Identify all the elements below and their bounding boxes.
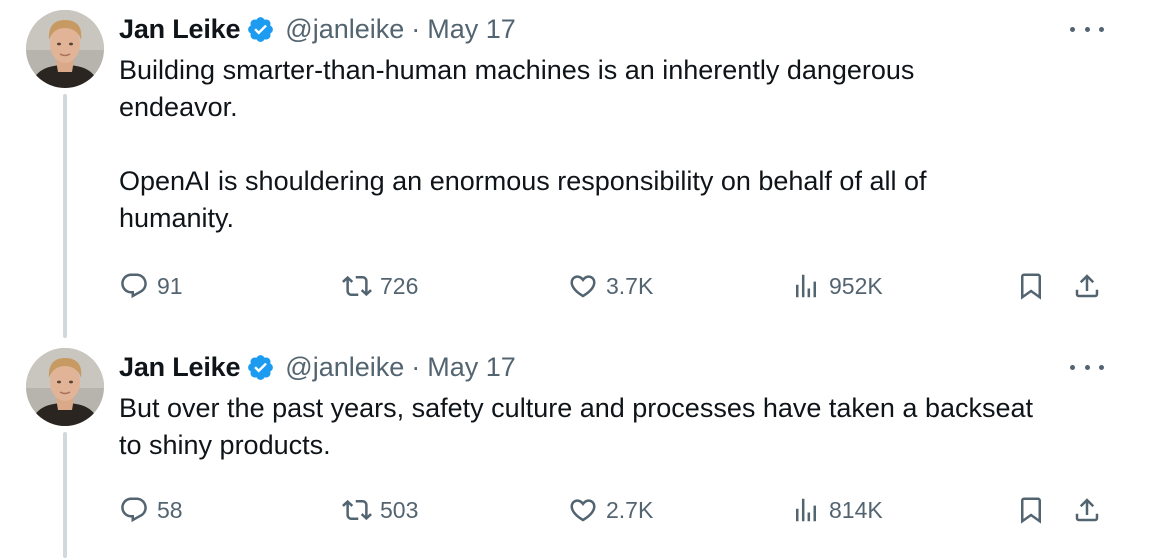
reply-count: 91 <box>157 272 183 299</box>
tweet-date[interactable]: May 17 <box>427 14 516 45</box>
views-button[interactable]: 952K <box>791 268 883 304</box>
author-handle[interactable]: @janleike <box>285 352 404 383</box>
reply-count: 58 <box>157 496 183 523</box>
repost-button[interactable]: 726 <box>342 268 418 304</box>
tweet[interactable]: Jan Leike @janleike · May 17 But over th… <box>0 338 1156 558</box>
separator-dot: · <box>411 13 421 44</box>
repost-count: 726 <box>380 272 419 299</box>
views-count: 814K <box>829 496 883 523</box>
repost-button[interactable]: 503 <box>342 492 418 528</box>
reply-bubble-icon <box>119 271 149 301</box>
action-bar: 91 726 3.7K 952K <box>119 268 1109 304</box>
like-count: 2.7K <box>606 496 654 523</box>
tweet-header: Jan Leike @janleike · May 17 <box>119 349 516 385</box>
views-count: 952K <box>829 272 883 299</box>
author-handle[interactable]: @janleike <box>285 14 404 45</box>
tweet-text: Building smarter-than-human machines is … <box>119 52 1039 237</box>
separator-dot: · <box>411 351 421 382</box>
action-bar: 58 503 2.7K 814K <box>119 492 1109 528</box>
tweet-date[interactable]: May 17 <box>427 352 516 383</box>
author-name[interactable]: Jan Leike <box>119 352 240 383</box>
thread-connector <box>63 432 67 558</box>
tweet-text: But over the past years, safety culture … <box>119 390 1039 464</box>
like-button[interactable]: 3.7K <box>568 268 653 304</box>
bookmark-icon <box>1016 271 1046 301</box>
repost-arrows-icon <box>342 271 372 301</box>
heart-icon <box>568 271 598 301</box>
share-upload-icon <box>1072 271 1102 301</box>
heart-icon <box>568 495 598 525</box>
share-upload-icon <box>1072 495 1102 525</box>
tweet-paragraph: Building smarter-than-human machines is … <box>119 55 915 122</box>
tweet[interactable]: Jan Leike @janleike · May 17 Building sm… <box>0 0 1156 338</box>
like-count: 3.7K <box>606 272 654 299</box>
bookmark-button[interactable] <box>1016 492 1046 528</box>
bookmark-button[interactable] <box>1016 268 1046 304</box>
verified-badge-icon <box>246 15 275 44</box>
avatar[interactable] <box>26 348 104 426</box>
bookmark-icon <box>1016 495 1046 525</box>
verified-badge-icon <box>246 353 275 382</box>
reply-button[interactable]: 58 <box>119 492 183 528</box>
share-button[interactable] <box>1072 268 1102 304</box>
views-bars-icon <box>791 271 821 301</box>
more-dots-icon[interactable] <box>1070 355 1104 379</box>
reply-bubble-icon <box>119 495 149 525</box>
repost-count: 503 <box>380 496 419 523</box>
thread-connector <box>63 94 67 338</box>
views-bars-icon <box>791 495 821 525</box>
author-name[interactable]: Jan Leike <box>119 14 240 45</box>
tweet-paragraph: OpenAI is shouldering an enormous respon… <box>119 166 927 233</box>
tweet-paragraph: But over the past years, safety culture … <box>119 393 1034 460</box>
reply-button[interactable]: 91 <box>119 268 183 304</box>
more-dots-icon[interactable] <box>1070 17 1104 41</box>
share-button[interactable] <box>1072 492 1102 528</box>
tweet-header: Jan Leike @janleike · May 17 <box>119 11 516 47</box>
avatar[interactable] <box>26 10 104 88</box>
like-button[interactable]: 2.7K <box>568 492 653 528</box>
views-button[interactable]: 814K <box>791 492 883 528</box>
repost-arrows-icon <box>342 495 372 525</box>
